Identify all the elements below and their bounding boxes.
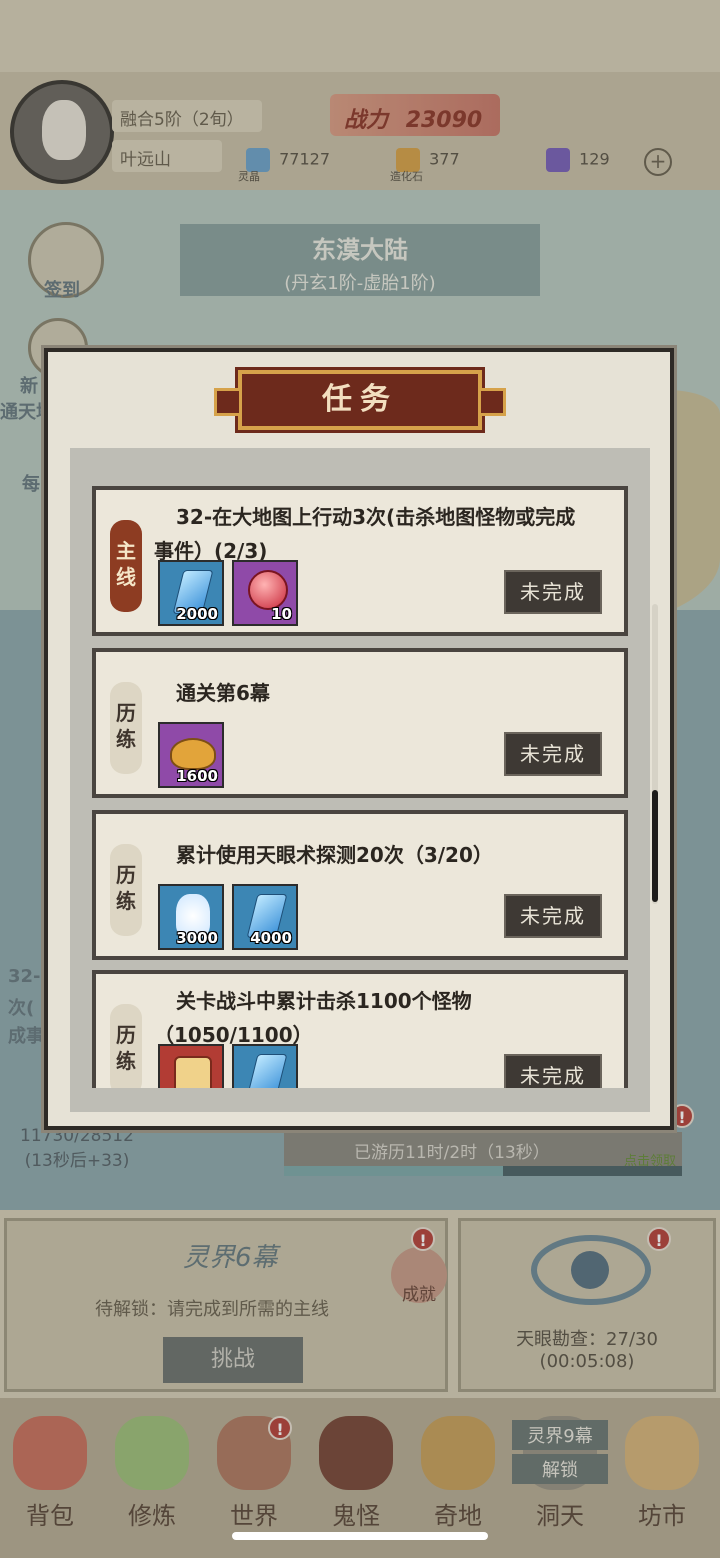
task-description: 关卡战斗中累计击杀1100个怪物（1050/1100）: [154, 989, 472, 1047]
task-item: 历练 累计使用天眼术探测20次（3/20） 3000 4000 未完成: [92, 810, 628, 960]
reward-item[interactable]: 3000: [158, 884, 224, 950]
task-tag: 历练: [110, 1004, 142, 1088]
task-rewards: [158, 1044, 306, 1088]
reward-amount: 3000: [176, 929, 218, 947]
reward-item[interactable]: 10: [232, 560, 298, 626]
task-tag: 主线: [110, 520, 142, 612]
reward-item[interactable]: 1600: [158, 722, 224, 788]
scroll-icon: [174, 1056, 212, 1088]
task-tag: 历练: [110, 844, 142, 936]
task-item: 主线 32-在大地图上行动3次(击杀地图怪物或完成事件）(2/3) 2000 1…: [92, 486, 628, 636]
reward-amount: 1600: [176, 767, 218, 785]
reward-item[interactable]: [158, 1044, 224, 1088]
reward-item[interactable]: 2000: [158, 560, 224, 626]
task-status-button[interactable]: 未完成: [504, 570, 602, 614]
task-list-scrollbar[interactable]: [652, 604, 658, 904]
task-description: 累计使用天眼术探测20次（3/20）: [176, 843, 493, 867]
task-status-button[interactable]: 未完成: [504, 1054, 602, 1088]
task-list-viewport: 主线 32-在大地图上行动3次(击杀地图怪物或完成事件）(2/3) 2000 1…: [70, 448, 650, 1088]
dialog-title: 任务: [214, 367, 506, 433]
task-rewards: 1600: [158, 722, 232, 788]
crystal-icon: [246, 1054, 288, 1088]
reward-item[interactable]: 4000: [232, 884, 298, 950]
task-tag: 历练: [110, 682, 142, 774]
task-list-scroll-thumb[interactable]: [652, 790, 658, 902]
task-list[interactable]: 主线 32-在大地图上行动3次(击杀地图怪物或完成事件）(2/3) 2000 1…: [70, 448, 650, 1112]
task-item: 历练 通关第6幕 1600 未完成: [92, 648, 628, 798]
home-indicator[interactable]: [232, 1532, 488, 1540]
reward-amount: 2000: [176, 605, 218, 623]
task-item: 历练 关卡战斗中累计击杀1100个怪物（1050/1100） 未完成: [92, 970, 628, 1088]
task-description: 通关第6幕: [176, 681, 270, 705]
task-dialog: 任务 主线 32-在大地图上行动3次(击杀地图怪物或完成事件）(2/3) 200…: [44, 348, 674, 1130]
task-rewards: 3000 4000: [158, 884, 306, 950]
task-status-button[interactable]: 未完成: [504, 732, 602, 776]
reward-item[interactable]: [232, 1044, 298, 1088]
pouch-icon: [170, 738, 216, 770]
task-description: 32-在大地图上行动3次(击杀地图怪物或完成事件）(2/3): [154, 505, 576, 563]
reward-amount: 4000: [250, 929, 292, 947]
task-status-button[interactable]: 未完成: [504, 894, 602, 938]
task-rewards: 2000 10: [158, 560, 306, 626]
reward-amount: 10: [271, 605, 292, 623]
red-orb-icon: [248, 570, 288, 610]
